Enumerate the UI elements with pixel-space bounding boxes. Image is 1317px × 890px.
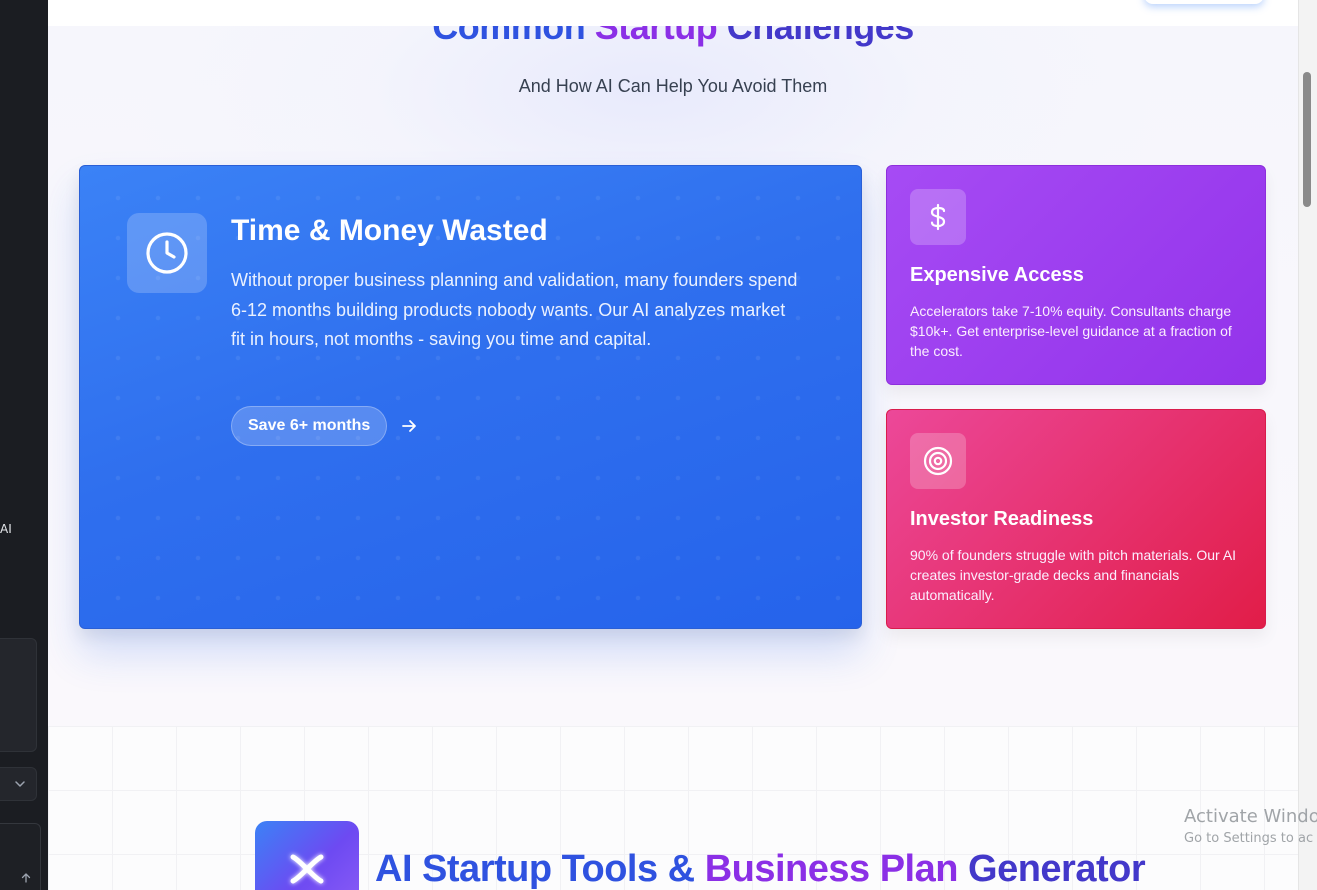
- tools-logo: [255, 821, 359, 890]
- sparkle-logo-icon: [290, 854, 324, 884]
- card-description: 90% of founders struggle with pitch mate…: [910, 547, 1237, 603]
- watermark-line-1: Activate Windo: [1184, 806, 1317, 827]
- card-description: Without proper business planning and val…: [231, 270, 798, 349]
- watermark-line-2: Go to Settings to ac: [1184, 831, 1314, 846]
- card-title: Time & Money Wasted: [231, 214, 548, 247]
- tools-heading: AI Startup Tools & Business Plan Generat…: [375, 848, 1146, 890]
- challenges-subheading: And How AI Can Help You Avoid Them: [518, 76, 828, 96]
- top-navbar: [48, 0, 1298, 26]
- page-scrollbar[interactable]: [1298, 0, 1317, 890]
- heading-part-3: Generator: [957, 848, 1146, 890]
- tools-section: AI Startup Tools & Business Plan Generat…: [48, 726, 1298, 890]
- target-icon: [923, 446, 953, 476]
- dollar-icon: [930, 203, 946, 231]
- card-investor-readiness: Investor Readiness 90% of founders strug…: [886, 409, 1266, 629]
- arrow-up-icon[interactable]: [20, 872, 32, 884]
- card-title: Investor Readiness: [910, 508, 1094, 530]
- card-expensive-access: Expensive Access Accelerators take 7-10%…: [886, 165, 1266, 385]
- scrollbar-thumb[interactable]: [1303, 72, 1311, 207]
- page-main: Common Startup Challenges And How AI Can…: [48, 0, 1298, 890]
- card-description: Accelerators take 7-10% equity. Consulta…: [910, 303, 1232, 359]
- heading-part-1: AI Startup Tools &: [375, 848, 705, 890]
- windows-activation-watermark: Activate Windo Go to Settings to ac: [1184, 806, 1317, 846]
- card-icon-box: [127, 213, 207, 293]
- navbar-cta-button[interactable]: [1144, 0, 1264, 4]
- chevron-down-icon: [15, 781, 25, 787]
- card-icon-box: [910, 189, 966, 245]
- clock-icon: [146, 232, 188, 274]
- sidebar-panel: [0, 638, 37, 752]
- challenges-section: Common Startup Challenges And How AI Can…: [48, 0, 1298, 726]
- card-icon-box: [910, 433, 966, 489]
- heading-part-2: Business Plan: [704, 848, 959, 890]
- card-title: Expensive Access: [910, 264, 1084, 286]
- sidebar-select[interactable]: [0, 767, 37, 801]
- save-months-badge: Save 6+ months: [231, 406, 388, 446]
- sidebar-input[interactable]: [0, 823, 41, 890]
- card-time-money: Time & Money Wasted Without proper busin…: [79, 165, 862, 629]
- sidebar-partial-text: AI: [0, 522, 12, 536]
- left-sidebar: AI: [0, 0, 48, 890]
- arrow-right-icon[interactable]: [400, 417, 418, 435]
